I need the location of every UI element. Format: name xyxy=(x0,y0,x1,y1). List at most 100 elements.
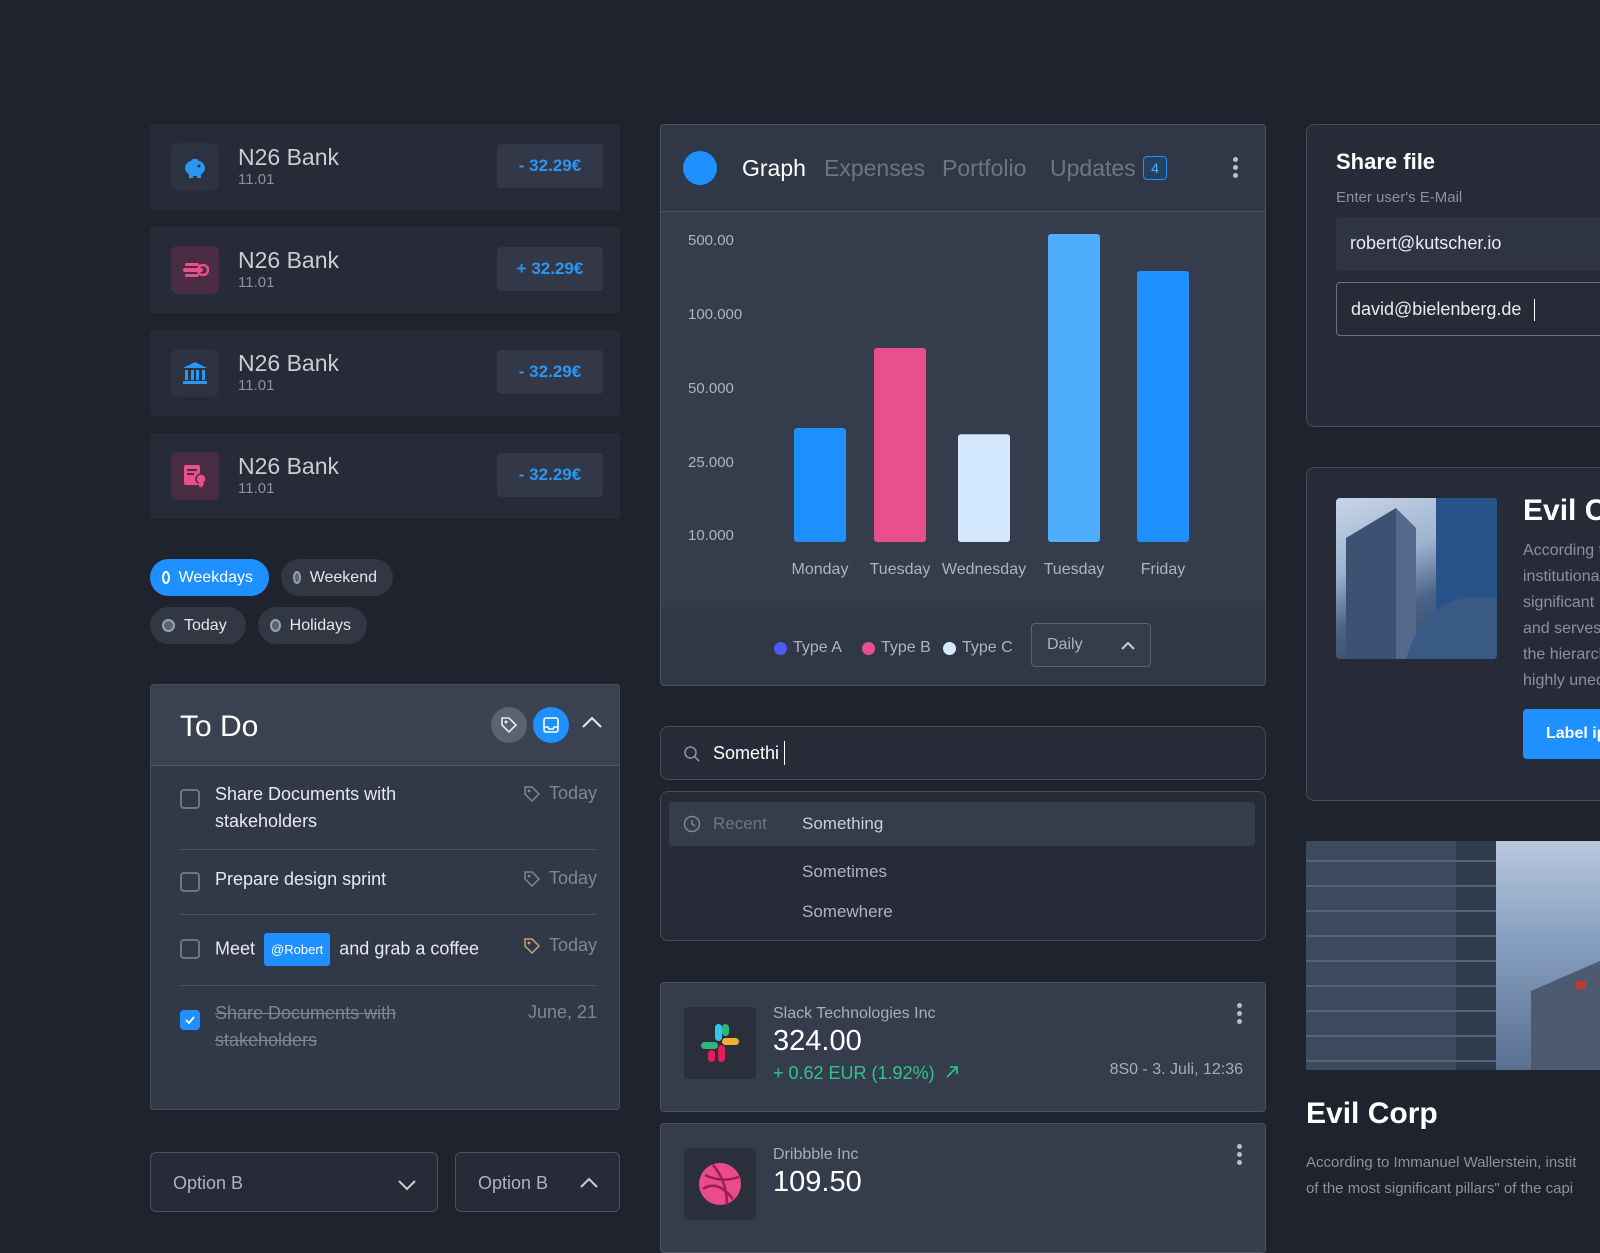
filter-chip-weekdays[interactable]: Weekdays xyxy=(150,559,269,596)
option-select[interactable]: Option B xyxy=(150,1152,438,1212)
chart-bar[interactable] xyxy=(874,347,926,542)
stock-card[interactable]: Dribbble Inc 109.50 xyxy=(660,1123,1266,1253)
todo-checkbox[interactable] xyxy=(180,939,200,959)
todo-text-part: and grab a coffee xyxy=(339,938,480,959)
more-menu-button[interactable] xyxy=(1237,1003,1243,1027)
y-tick-label: 50.000 xyxy=(688,380,734,397)
todo-tag-label: Today xyxy=(548,783,597,803)
search-input[interactable]: Somethi xyxy=(660,726,1266,780)
clock-icon xyxy=(683,815,701,833)
article-card[interactable]: Evil Co According t institutiona signifi… xyxy=(1306,467,1600,801)
x-tick-label: Tuesday xyxy=(1044,561,1105,578)
chip-label: Today xyxy=(184,616,227,634)
todo-item[interactable]: Share Documents with stakeholders Today xyxy=(180,765,597,850)
more-menu-button[interactable] xyxy=(1233,157,1239,181)
y-tick-label: 500.00 xyxy=(688,232,734,249)
share-title: Share file xyxy=(1336,149,1436,174)
suggestion-item[interactable]: Somewhere xyxy=(802,902,893,922)
todo-tag-label: June, 21 xyxy=(527,1002,597,1022)
inbox-button[interactable] xyxy=(533,707,569,743)
filter-chip-weekend[interactable]: Weekend xyxy=(281,559,393,596)
stock-card[interactable]: Slack Technologies Inc 324.00 + 0.62 EUR… xyxy=(660,982,1266,1112)
amount-badge: - 32.29€ xyxy=(497,453,603,497)
chart-bar[interactable] xyxy=(1137,270,1189,542)
todo-item[interactable]: Meet @Robert and grab a coffee Today xyxy=(180,915,597,986)
mention-tag[interactable]: @Robert xyxy=(264,933,331,966)
button-label: Label ip xyxy=(1546,725,1600,742)
email-field-active[interactable]: david@bielenberg.de xyxy=(1336,282,1600,336)
bank-name: N26 Bank xyxy=(238,453,340,479)
bank-name: N26 Bank xyxy=(238,144,340,170)
bank-date: 11.01 xyxy=(238,274,275,291)
todo-item[interactable]: Prepare design sprint Today xyxy=(180,850,597,915)
email-field[interactable]: robert@kutscher.io xyxy=(1336,217,1600,271)
todo-date: June, 21 xyxy=(528,1002,597,1023)
chart-bar[interactable] xyxy=(958,434,1010,542)
todo-text-line: stakeholders xyxy=(215,811,318,831)
suggestion-highlighted[interactable]: Recent Something xyxy=(669,802,1255,846)
hand-coin-icon xyxy=(171,246,219,294)
y-tick-label: 25.000 xyxy=(688,454,734,471)
search-value: Somethi xyxy=(713,743,780,763)
stock-change: + 0.62 EUR (1.92%) xyxy=(773,1063,959,1084)
x-tick-label: Tuesday xyxy=(870,561,931,578)
bank-card[interactable]: N26 Bank 11.01 - 32.29€ xyxy=(150,124,620,210)
select-value: Option B xyxy=(173,1173,244,1193)
tab-graph[interactable]: Graph xyxy=(742,155,806,182)
legend-dot xyxy=(774,641,787,655)
todo-text-line: stakeholders xyxy=(215,1030,318,1050)
stock-meta: 8S0 - 3. Juli, 12:36 xyxy=(1109,1061,1243,1078)
article-action-button[interactable]: Label ip xyxy=(1523,709,1600,759)
chevron-down-icon xyxy=(398,1180,416,1191)
bank-building-icon xyxy=(171,349,219,397)
email-value: david@bielenberg.de xyxy=(1351,299,1522,319)
chart-bar[interactable] xyxy=(1048,234,1100,542)
tab-updates[interactable]: Updates xyxy=(1050,155,1136,182)
todo-tag: Today xyxy=(523,935,597,956)
excerpt-line: of the most significant pillars" of the … xyxy=(1306,1180,1574,1197)
tab-expenses[interactable]: Expenses xyxy=(824,155,925,182)
more-menu-button[interactable] xyxy=(1237,1144,1243,1168)
period-select[interactable]: Daily xyxy=(1031,623,1151,667)
article-excerpt: According t institutiona significant and… xyxy=(1523,538,1600,694)
collapse-button[interactable] xyxy=(581,715,603,734)
bank-card[interactable]: N26 Bank 11.01 - 32.29€ xyxy=(150,433,620,519)
radio-dot xyxy=(162,619,175,632)
amount-badge: - 32.29€ xyxy=(497,350,603,394)
piggy-bank-icon xyxy=(171,143,219,191)
option-select-open[interactable]: Option B xyxy=(455,1152,620,1212)
chevron-up-icon xyxy=(582,716,602,728)
chart-bar[interactable] xyxy=(794,428,846,542)
certificate-icon xyxy=(171,452,219,500)
bank-name: N26 Bank xyxy=(238,247,340,273)
legend-type-c: Type C xyxy=(943,639,1013,657)
bank-card[interactable]: N26 Bank 11.01 - 32.29€ xyxy=(150,330,620,416)
recent-label: Recent xyxy=(713,814,767,833)
select-value: Option B xyxy=(478,1173,549,1193)
excerpt-line: institutiona xyxy=(1523,568,1600,585)
check-icon xyxy=(185,1016,195,1025)
search-suggestions: Recent Something Sometimes Somewhere xyxy=(660,791,1266,941)
bank-date: 11.01 xyxy=(238,171,275,188)
filter-chip-holidays[interactable]: Holidays xyxy=(258,607,367,644)
stock-price: 324.00 xyxy=(773,1025,862,1057)
todo-text-part: Meet xyxy=(215,938,256,959)
suggestion-text: Something xyxy=(802,814,884,833)
amount-badge: + 32.29€ xyxy=(497,247,603,291)
radio-dot xyxy=(293,571,301,584)
email-label: Enter user's E-Mail xyxy=(1336,189,1463,206)
tab-portfolio[interactable]: Portfolio xyxy=(942,155,1026,182)
suggestion-item[interactable]: Sometimes xyxy=(802,862,887,882)
tag-button[interactable] xyxy=(491,707,527,743)
todo-text: Prepare design sprint xyxy=(215,869,387,889)
period-select-value: Daily xyxy=(1047,636,1083,653)
legend-type-b: Type B xyxy=(862,639,931,657)
todo-item[interactable]: Share Documents with stakeholders June, … xyxy=(180,986,597,1070)
todo-checkbox[interactable] xyxy=(180,789,200,809)
filter-chip-today[interactable]: Today xyxy=(150,607,246,644)
todo-checkbox[interactable] xyxy=(180,1010,200,1030)
bank-card[interactable]: N26 Bank 11.01 + 32.29€ xyxy=(150,227,620,313)
todo-checkbox[interactable] xyxy=(180,872,200,892)
stock-price: 109.50 xyxy=(773,1166,862,1198)
legend-label: Type B xyxy=(881,639,931,656)
